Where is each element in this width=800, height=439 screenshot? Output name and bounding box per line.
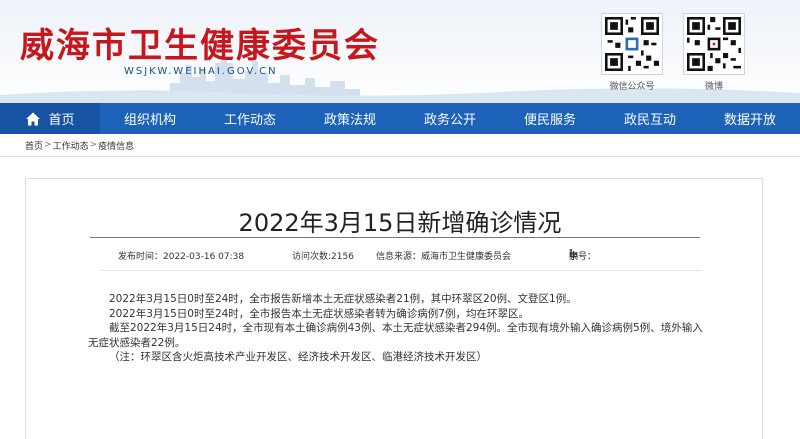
qr-code-icon [687, 17, 741, 71]
nav-item-label: 首页 [48, 113, 75, 128]
nav-item-work-news[interactable]: 工作动态 [200, 103, 300, 134]
info-source: 信息来源：威海市卫生健康委员会 [376, 252, 512, 262]
font-size-bracket-close: ] [569, 249, 573, 259]
weibo-qr-label: 微博 [704, 82, 723, 92]
home-icon [26, 112, 41, 125]
nav-item-label: 组织机构 [123, 113, 176, 128]
meta-divider [100, 270, 702, 271]
breadcrumb-separator: > [44, 140, 52, 150]
nav-item-interaction[interactable]: 政民互动 [600, 103, 700, 134]
title-divider [90, 237, 700, 238]
nav-item-label: 数据开放 [723, 113, 776, 128]
nav-item-open-data[interactable]: 数据开放 [700, 103, 800, 134]
site-domain: WSJKW.WEIHAI.GOV.CN [124, 66, 278, 77]
wechat-qr-label: 微信公众号 [609, 82, 655, 92]
publish-time: 发布时间：2022-03-16 07:38 [118, 252, 245, 262]
nav-item-label: 便民服务 [523, 113, 576, 128]
weibo-qr-code [683, 13, 745, 75]
main-nav: 首页 组织机构 工作动态 政策法规 政务公开 便民服务 政民互动 数据开放 [0, 103, 800, 134]
site-header: 威海市卫生健康委员会 WSJKW.WEIHAI.GOV.CN 微信公众号 微博 [0, 0, 800, 103]
breadcrumb-separator: > [89, 140, 98, 150]
nav-item-label: 政策法规 [323, 113, 376, 128]
site-title[interactable]: 威海市卫生健康委员会 [20, 18, 380, 67]
nav-item-organization[interactable]: 组织机构 [100, 103, 200, 134]
breadcrumb-home[interactable]: 首页 [25, 139, 43, 152]
article-paragraph: 截至2022年3月15日24时，全市现有本土确诊病例43例、本土无症状感染者29… [88, 322, 703, 349]
article-meta: 发布时间：2022-03-16 07:38 访问次数:2156 信息来源：威海市… [0, 249, 800, 263]
nav-item-policy[interactable]: 政策法规 [300, 103, 400, 134]
breadcrumb: 首页 > 工作动态 > 疫情信息 [0, 134, 800, 157]
nav-item-label: 政民互动 [623, 113, 676, 128]
article-note: （注：环翠区含火炬高技术产业开发区、经济技术开发区、临港经济技术开发区） [109, 351, 487, 364]
article-title: 2022年3月15日新增确诊情况 [238, 209, 562, 237]
article-body: 2022年3月15日0时至24时，全市报告新增本土无症状感染者21例，其中环翠区… [88, 292, 708, 365]
breadcrumb-work-news[interactable]: 工作动态 [53, 139, 89, 152]
nav-item-label: 政务公开 [423, 113, 476, 128]
nav-item-services[interactable]: 便民服务 [500, 103, 600, 134]
breadcrumb-epidemic-info[interactable]: 疫情信息 [98, 139, 134, 152]
nav-item-home[interactable]: 首页 [0, 103, 100, 134]
wechat-qr-code [601, 13, 663, 75]
article-paragraph: 2022年3月15日0时至24时，全市报告新增本土无症状感染者21例，其中环翠区… [109, 293, 577, 305]
nav-item-gov-affairs[interactable]: 政务公开 [400, 103, 500, 134]
qr-code-icon [605, 17, 659, 71]
article-paragraph: 2022年3月15日0时至24时，全市报告本土无症状感染者转为确诊病例7例，均在… [109, 307, 529, 320]
visit-count: 访问次数:2156 [292, 252, 354, 262]
nav-item-label: 工作动态 [223, 113, 276, 128]
